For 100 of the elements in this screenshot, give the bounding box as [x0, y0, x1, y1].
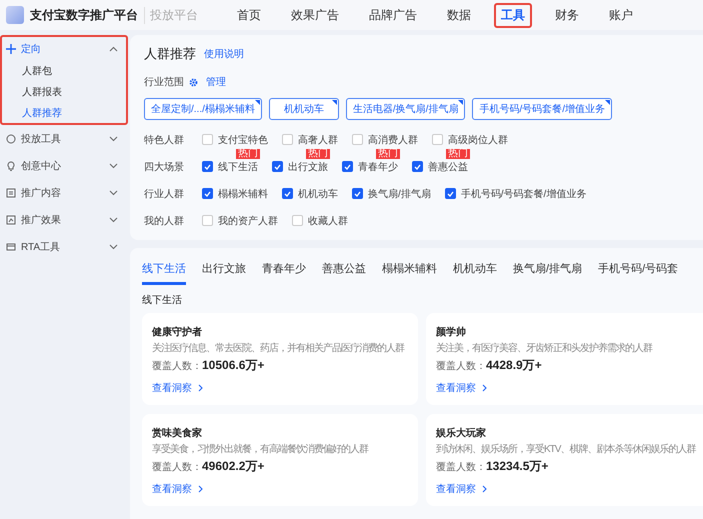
insight-link[interactable]: 查看洞察 — [152, 482, 203, 496]
checkbox-label: 出行文旅 — [288, 160, 328, 174]
settings-icon[interactable] — [189, 78, 198, 86]
coverage-label: 覆盖人数： — [436, 360, 486, 372]
platform-name: 投放平台 — [144, 6, 198, 24]
checkmark-icon — [284, 190, 291, 196]
category-tab[interactable]: 机机动车 — [453, 256, 497, 285]
manage-link[interactable]: 管理 — [206, 75, 226, 89]
insight-link[interactable]: 查看洞察 — [436, 482, 487, 496]
chevron-icon — [109, 216, 118, 222]
coverage-count: 10506.6万+ — [202, 357, 264, 374]
chevron-icon — [109, 190, 118, 196]
category-tab[interactable]: 线下生活 — [142, 256, 186, 285]
insight-link[interactable]: 查看洞察 — [436, 381, 487, 395]
sidebar-item[interactable]: 人群包 — [2, 60, 126, 81]
coverage-count: 4428.9万+ — [486, 357, 542, 374]
help-link[interactable]: 使用说明 — [204, 47, 244, 61]
filter-label: 特色人群 — [144, 134, 185, 146]
card-description: 享受美食，习惯外出就餐，有高端餐饮消费偏好的人群 — [152, 442, 370, 456]
hot-badge: 热门 — [236, 148, 260, 158]
checkmark-icon — [204, 164, 211, 170]
sidebar-group-label: 投放工具 — [21, 132, 62, 146]
checkbox[interactable] — [272, 161, 283, 172]
filter-label: 四大场景 — [144, 160, 185, 174]
crosshair-icon — [6, 44, 16, 54]
section-title: 线下生活 — [142, 294, 183, 307]
chart-icon — [6, 214, 16, 224]
nav-tab[interactable]: 工具 — [494, 2, 532, 28]
checkbox-label: 高奢人群 — [298, 134, 338, 146]
nav-tab[interactable]: 首页 — [230, 2, 268, 28]
card-title: 赏味美食家 — [152, 426, 203, 440]
filter-label: 我的人群 — [144, 214, 185, 228]
coverage-count: 13234.5万+ — [486, 458, 548, 475]
sidebar-group-header[interactable]: 定向 — [2, 37, 126, 60]
category-tab[interactable]: 出行文旅 — [202, 256, 246, 285]
checkbox[interactable] — [202, 161, 213, 172]
chevron-icon — [109, 46, 118, 52]
sidebar-group-label: 推广内容 — [21, 186, 62, 200]
sidebar-group-header[interactable]: 推广效果 — [2, 208, 126, 231]
checkmark-icon — [414, 164, 421, 170]
category-tab[interactable]: 榻榻米辅料 — [382, 256, 437, 285]
checkbox[interactable] — [282, 188, 293, 199]
sidebar-group-header[interactable]: 推广内容 — [2, 181, 126, 204]
coverage-count: 49602.2万+ — [202, 458, 264, 475]
insight-link[interactable]: 查看洞察 — [152, 381, 203, 395]
checkbox-label: 收藏人群 — [308, 214, 348, 228]
category-tab[interactable]: 青春年少 — [262, 256, 306, 285]
sidebar-group-label: 推广效果 — [21, 214, 62, 226]
checkbox[interactable] — [342, 161, 353, 172]
card-description: 关注医疗信息、常去医院、药店，并有相关产品医疗消费的人群 — [152, 342, 406, 355]
chevron-right-icon — [198, 485, 203, 493]
sidebar-item[interactable]: 人群报表 — [2, 81, 126, 102]
corner-triangle-icon — [458, 100, 464, 105]
corner-triangle-icon — [332, 100, 337, 105]
sidebar-group-header[interactable]: 投放工具 — [2, 127, 126, 150]
filter-label: 行业范围 — [144, 76, 184, 89]
checkbox[interactable] — [412, 161, 423, 172]
industry-chip[interactable]: 全屋定制/.../榻榻米辅料 — [144, 98, 262, 120]
checkbox[interactable] — [202, 188, 213, 199]
card-description: 到访休闲、娱乐场所，享受KTV、棋牌、剧本杀等休闲娱乐的人群 — [436, 442, 697, 456]
nav-tab[interactable]: 效果广告 — [284, 2, 346, 28]
checkmark-icon — [354, 190, 361, 196]
checkbox[interactable] — [444, 188, 456, 199]
nav-tab[interactable]: 财务 — [548, 2, 586, 28]
sidebar-group-label: 创意中心 — [21, 160, 62, 172]
document-icon — [6, 188, 16, 198]
chevron-right-icon — [198, 384, 203, 392]
industry-chip[interactable]: 生活电器/换气扇/排气扇 — [346, 98, 466, 120]
sidebar-group-header[interactable]: 创意中心 — [2, 154, 126, 177]
nav-tab[interactable]: 账户 — [602, 2, 640, 28]
checkmark-icon — [446, 190, 454, 196]
category-tab[interactable]: 善惠公益 — [322, 256, 366, 285]
checkbox-label: 机机动车 — [298, 188, 338, 200]
lightbulb-icon — [6, 160, 16, 170]
industry-chip[interactable]: 手机号码/号码套餐/增值业务 — [472, 98, 612, 120]
industry-chip[interactable]: 机机动车 — [268, 98, 339, 120]
coverage-label: 覆盖人数： — [152, 360, 202, 372]
sidebar-group-header[interactable]: RTA工具 — [2, 235, 126, 258]
filter-label: 行业人群 — [144, 188, 185, 200]
checkmark-icon — [274, 164, 281, 170]
checkbox-label: 线下生活 — [218, 160, 258, 174]
nav-tab[interactable]: 品牌广告 — [362, 2, 424, 28]
checkbox-label: 支付宝特色 — [218, 134, 268, 146]
chevron-right-icon — [482, 384, 487, 392]
panel-icon — [6, 242, 16, 252]
panel-title: 人群推荐 — [144, 45, 196, 63]
category-tab[interactable]: 换气扇/排气扇 — [513, 256, 582, 285]
category-tab[interactable]: 手机号码/号码套 — [598, 256, 678, 285]
checkbox-label: 换气扇/排气扇 — [368, 188, 431, 200]
nav-tab[interactable]: 数据 — [440, 2, 478, 28]
card-title: 健康守护者 — [152, 325, 203, 339]
logo-icon — [6, 6, 24, 24]
checkbox-label: 手机号码/号码套餐/增值业务 — [460, 188, 586, 200]
sidebar-item[interactable]: 人群推荐 — [2, 102, 126, 123]
checkbox[interactable] — [352, 188, 363, 199]
chevron-icon — [109, 162, 118, 168]
chevron-icon — [109, 136, 118, 142]
checkmark-icon — [204, 190, 211, 196]
checkbox-label: 青春年少 — [358, 160, 398, 174]
coverage-label: 覆盖人数： — [436, 460, 486, 474]
